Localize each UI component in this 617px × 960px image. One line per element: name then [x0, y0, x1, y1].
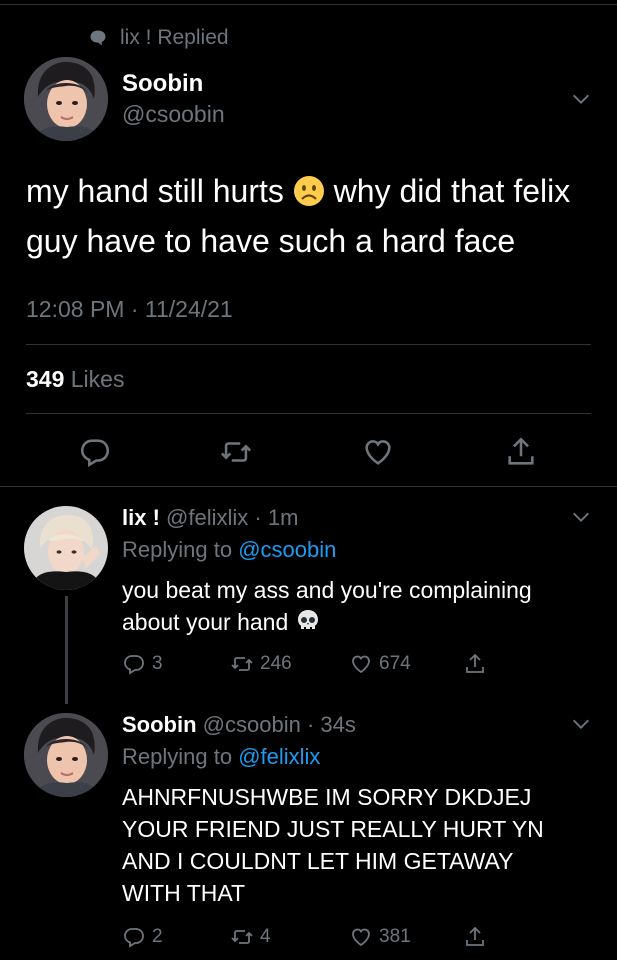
divider [26, 413, 591, 414]
reply-icon[interactable] [78, 435, 112, 469]
top-divider [0, 4, 617, 5]
reply2-header[interactable]: Soobin @csoobin · 34s [122, 712, 356, 738]
reply2-handle: @csoobin [202, 712, 301, 737]
likes-summary[interactable]: 349 Likes [26, 366, 124, 393]
like-icon [352, 928, 370, 947]
retweet-icon [231, 930, 253, 944]
share-action[interactable] [463, 925, 487, 949]
divider [26, 344, 591, 345]
reply1-header[interactable]: lix ! @felixlix · 1m [122, 505, 298, 531]
tweet-text-part1: my hand still hurts [26, 173, 284, 209]
retweet-action[interactable]: 246 [230, 652, 349, 676]
reply1-author-name: lix ! [122, 505, 160, 530]
reply-count: 2 [152, 926, 163, 947]
reply1-text: you beat my ass and you're complaining a… [122, 574, 592, 638]
likes-label: Likes [70, 366, 125, 392]
like-count: 674 [379, 653, 411, 674]
author-handle[interactable]: @csoobin [122, 101, 225, 128]
avatar-soobin[interactable] [24, 713, 108, 797]
share-icon [466, 926, 484, 946]
reply-icon [124, 928, 144, 948]
chevron-down-icon[interactable] [570, 88, 592, 110]
reply1-replying-to: Replying to @csoobin [122, 537, 336, 563]
skull-emoji [297, 610, 318, 629]
avatar-image [24, 57, 108, 141]
reply-icon [124, 655, 144, 675]
retweet-icon [231, 657, 253, 671]
retweet-action[interactable]: 4 [230, 925, 349, 949]
author-name[interactable]: Soobin [122, 70, 203, 98]
share-action[interactable] [463, 652, 487, 676]
reply1-time: · 1m [254, 505, 299, 530]
retweet-count: 4 [260, 926, 271, 947]
replying-to-label: Replying to [122, 744, 233, 769]
frowning-face-emoji [293, 176, 324, 206]
reply-action[interactable]: 3 [122, 652, 230, 676]
avatar-image [24, 713, 108, 797]
share-icon[interactable] [504, 435, 538, 469]
replying-to-label: Replying to [122, 537, 233, 562]
reply2-replying-to: Replying to @felixlix [122, 744, 320, 770]
like-icon [352, 655, 370, 674]
reply1-actions: 3 246 674 [122, 652, 487, 676]
thread-connector [65, 596, 68, 704]
reply2-author-name: Soobin [122, 712, 197, 737]
reply-action[interactable]: 2 [122, 925, 230, 949]
avatar-image [24, 506, 108, 590]
likes-count: 349 [26, 366, 65, 392]
reply2-actions: 2 4 381 [122, 925, 487, 949]
reply1-handle: @felixlix [166, 505, 249, 530]
like-icon[interactable] [361, 435, 395, 469]
share-icon [466, 653, 484, 673]
chevron-down-icon[interactable] [570, 713, 592, 735]
avatar-soobin[interactable] [24, 57, 108, 141]
reply2-time: · 34s [306, 712, 356, 737]
tweet-timestamp[interactable]: 12:08 PM · 11/24/21 [26, 296, 233, 323]
like-action[interactable]: 381 [349, 925, 463, 949]
social-context-label: lix ! Replied [120, 26, 229, 49]
replying-to-link[interactable]: @felixlix [238, 744, 320, 769]
avatar-felixlix[interactable] [24, 506, 108, 590]
divider [0, 486, 617, 487]
like-action[interactable]: 674 [349, 652, 463, 676]
chevron-down-icon[interactable] [570, 506, 592, 528]
reply2-text: AHNRFNUSHWBE IM SORRY DKDJEJ YOUR FRIEND… [122, 784, 544, 906]
social-context[interactable]: lix ! Replied [88, 26, 229, 50]
replying-to-link[interactable]: @csoobin [238, 537, 336, 562]
reply-count: 3 [152, 653, 163, 674]
tweet-text: my hand still hurts why did that felix g… [26, 166, 601, 266]
reply1-text-body: you beat my ass and you're complaining a… [122, 577, 532, 635]
retweet-count: 246 [260, 653, 292, 674]
speech-bubble-icon [90, 30, 106, 46]
like-count: 381 [379, 926, 411, 947]
retweet-icon[interactable] [219, 435, 253, 469]
